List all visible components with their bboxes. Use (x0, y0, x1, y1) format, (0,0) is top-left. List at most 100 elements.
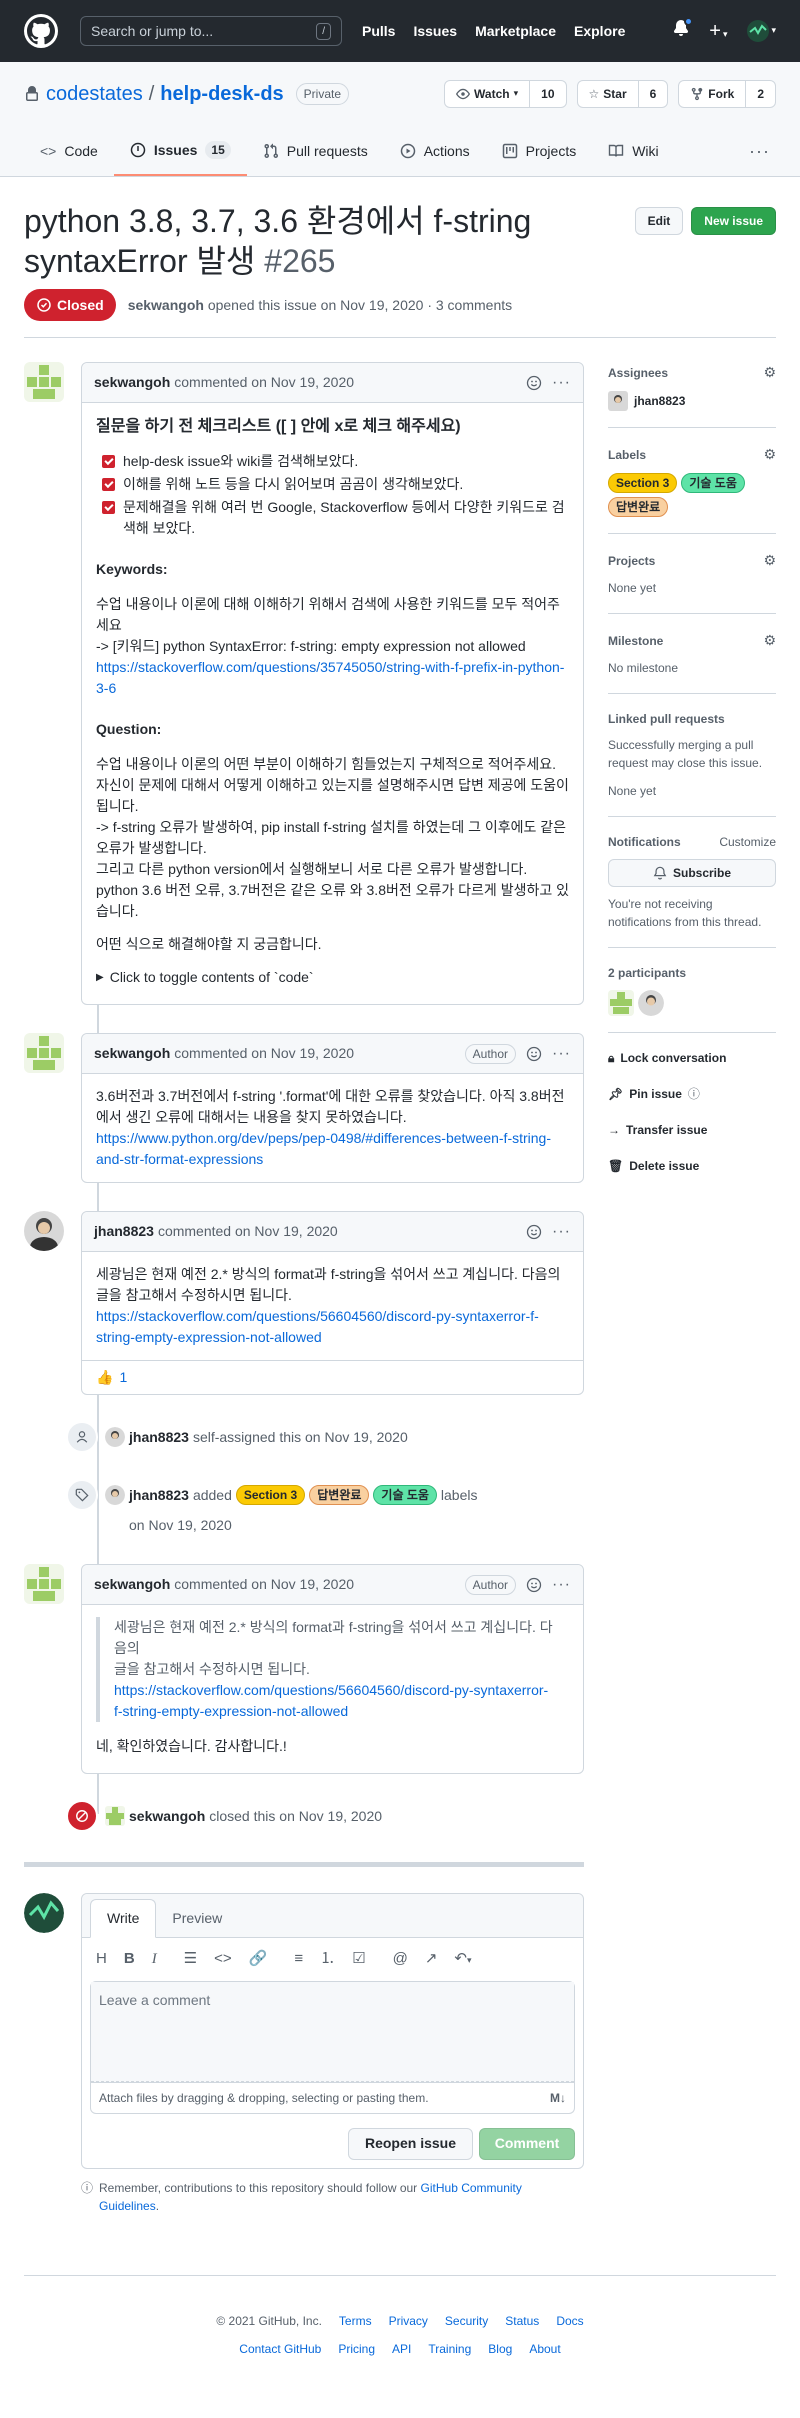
checked-checkbox[interactable] (102, 455, 115, 468)
notifications-bell-icon[interactable] (673, 17, 694, 42)
file-attachment-bar[interactable]: Attach files by dragging & dropping, sel… (90, 2082, 575, 2114)
link-icon[interactable]: 🔗 (249, 1948, 268, 1971)
mention-icon[interactable]: @ (393, 1948, 408, 1971)
label-section-3[interactable]: Section 3 (608, 473, 678, 493)
footer-link-docs[interactable]: Docs (556, 2312, 583, 2330)
cross-reference-icon[interactable]: ↗ (425, 1948, 438, 1971)
label-tech-help[interactable]: 기술 도움 (681, 473, 745, 493)
comment-author-link[interactable]: sekwangoh (94, 372, 170, 393)
star-count[interactable]: 6 (639, 81, 668, 107)
nav-marketplace[interactable]: Marketplace (475, 21, 556, 42)
python-pep-link[interactable]: https://www.python.org/dev/peps/pep-0498… (96, 1130, 551, 1167)
delete-issue-button[interactable]: 🗑︎ Delete issue (608, 1157, 776, 1175)
edit-title-button[interactable]: Edit (634, 207, 684, 235)
reopen-issue-button[interactable]: Reopen issue (347, 2127, 473, 2160)
gear-icon[interactable]: ⚙ (763, 550, 776, 571)
participant-sekwangoh-avatar[interactable] (608, 990, 634, 1016)
create-new-plus-icon[interactable]: + ▾ (709, 16, 727, 46)
event-date[interactable]: on Nov 19, 2020 (129, 1514, 232, 1536)
event-user-link[interactable]: sekwangoh (129, 1805, 205, 1827)
github-logo-icon[interactable] (24, 14, 58, 48)
tab-issues[interactable]: Issues 15 (113, 126, 247, 176)
sekwangoh-avatar[interactable] (24, 362, 64, 402)
add-reaction-smiley-icon[interactable] (526, 1577, 542, 1593)
add-reaction-smiley-icon[interactable] (526, 1046, 542, 1062)
subscribe-button[interactable]: Subscribe (608, 859, 776, 887)
checked-checkbox[interactable] (102, 478, 115, 491)
comment-textarea[interactable]: Leave a comment (90, 1980, 575, 2083)
participant-jhan8823-avatar[interactable] (638, 990, 664, 1016)
nav-pulls[interactable]: Pulls (362, 21, 395, 42)
jhan8823-mini-avatar[interactable] (608, 391, 628, 411)
pin-issue-button[interactable]: 📌︎ Pin issue ⓘ (608, 1085, 776, 1103)
jhan8823-mini-avatar[interactable] (105, 1485, 125, 1505)
watch-count[interactable]: 10 (530, 81, 565, 107)
new-issue-button[interactable]: New issue (691, 207, 776, 235)
gear-icon[interactable]: ⚙ (763, 444, 776, 465)
jhan8823-mini-avatar[interactable] (105, 1427, 125, 1447)
tab-preview[interactable]: Preview (156, 1900, 238, 1937)
bulleted-list-icon[interactable]: ≡ (294, 1948, 303, 1971)
stackoverflow-link[interactable]: https://stackoverflow.com/questions/5660… (96, 1308, 539, 1345)
fork-count[interactable]: 2 (746, 81, 775, 107)
footer-link-training[interactable]: Training (428, 2340, 471, 2358)
footer-link-privacy[interactable]: Privacy (389, 2312, 428, 2330)
lock-conversation-button[interactable]: 🔒︎ Lock conversation (608, 1049, 776, 1067)
label-tech-help[interactable]: 기술 도움 (373, 1485, 437, 1505)
event-user-link[interactable]: jhan8823 (129, 1484, 189, 1506)
footer-link-terms[interactable]: Terms (339, 2312, 372, 2330)
stackoverflow-link[interactable]: https://stackoverflow.com/questions/5660… (114, 1680, 555, 1722)
comment-options-icon[interactable]: ··· (552, 1220, 571, 1244)
repo-name-link[interactable]: help-desk-ds (160, 79, 283, 109)
comment-timestamp[interactable]: commented on Nov 19, 2020 (174, 1574, 354, 1595)
code-icon[interactable]: <> (214, 1948, 232, 1971)
sekwangoh-avatar[interactable] (24, 1564, 64, 1604)
footer-link-api[interactable]: API (392, 2340, 411, 2358)
italic-icon[interactable]: I (152, 1948, 157, 1971)
jhan8823-avatar[interactable] (24, 1211, 64, 1251)
tab-pull-requests[interactable]: Pull requests (247, 126, 384, 176)
global-search-input[interactable]: Search or jump to... / (80, 16, 342, 46)
nav-issues[interactable]: Issues (413, 21, 457, 42)
label-section-3[interactable]: Section 3 (235, 1485, 306, 1505)
issue-opener-link[interactable]: sekwangoh (128, 297, 204, 313)
user-avatar-menu[interactable]: ▾ (747, 20, 776, 42)
transfer-issue-button[interactable]: → Transfer issue (608, 1121, 776, 1139)
tab-projects[interactable]: Projects (486, 126, 593, 176)
fork-button[interactable]: Fork (679, 81, 747, 107)
current-user-avatar[interactable] (24, 1893, 64, 1933)
sekwangoh-avatar[interactable] (24, 1033, 64, 1073)
comment-author-link[interactable]: sekwangoh (94, 1043, 170, 1064)
tab-wiki[interactable]: Wiki (592, 126, 674, 176)
footer-link-pricing[interactable]: Pricing (338, 2340, 375, 2358)
footer-link-status[interactable]: Status (505, 2312, 539, 2330)
event-user-link[interactable]: jhan8823 (129, 1426, 189, 1448)
comment-submit-button[interactable]: Comment (479, 2127, 575, 2160)
comment-timestamp[interactable]: commented on Nov 19, 2020 (174, 1043, 354, 1064)
star-button[interactable]: ☆ Star (578, 81, 639, 107)
heading-icon[interactable]: H (96, 1948, 107, 1971)
comment-timestamp[interactable]: commented on Nov 19, 2020 (158, 1221, 338, 1242)
tab-write[interactable]: Write (90, 1899, 157, 1938)
tab-code[interactable]: <> Code (24, 126, 114, 176)
label-answered[interactable]: 답변완료 (608, 497, 669, 517)
add-reaction-smiley-icon[interactable] (526, 1224, 542, 1240)
comment-author-link[interactable]: sekwangoh (94, 1574, 170, 1595)
checked-checkbox[interactable] (102, 501, 115, 514)
footer-link-blog[interactable]: Blog (488, 2340, 512, 2358)
stackoverflow-link[interactable]: https://stackoverflow.com/questions/3574… (96, 659, 564, 696)
task-list-icon[interactable]: ☑ (352, 1948, 365, 1971)
tab-actions[interactable]: Actions (384, 126, 486, 176)
more-tabs-icon[interactable]: ··· (749, 126, 776, 176)
nav-explore[interactable]: Explore (574, 21, 625, 42)
bold-icon[interactable]: B (124, 1948, 135, 1971)
footer-link-contact[interactable]: Contact GitHub (239, 2340, 321, 2358)
comment-timestamp[interactable]: commented on Nov 19, 2020 (174, 372, 354, 393)
watch-button[interactable]: Watch ▾ (445, 81, 531, 107)
gear-icon[interactable]: ⚙ (763, 362, 776, 383)
sekwangoh-mini-avatar[interactable] (105, 1806, 125, 1826)
add-reaction-smiley-icon[interactable] (526, 375, 542, 391)
label-answered[interactable]: 답변완료 (309, 1485, 370, 1505)
assignee-link[interactable]: jhan8823 (634, 392, 685, 410)
quote-icon[interactable]: ☰ (184, 1948, 197, 1971)
